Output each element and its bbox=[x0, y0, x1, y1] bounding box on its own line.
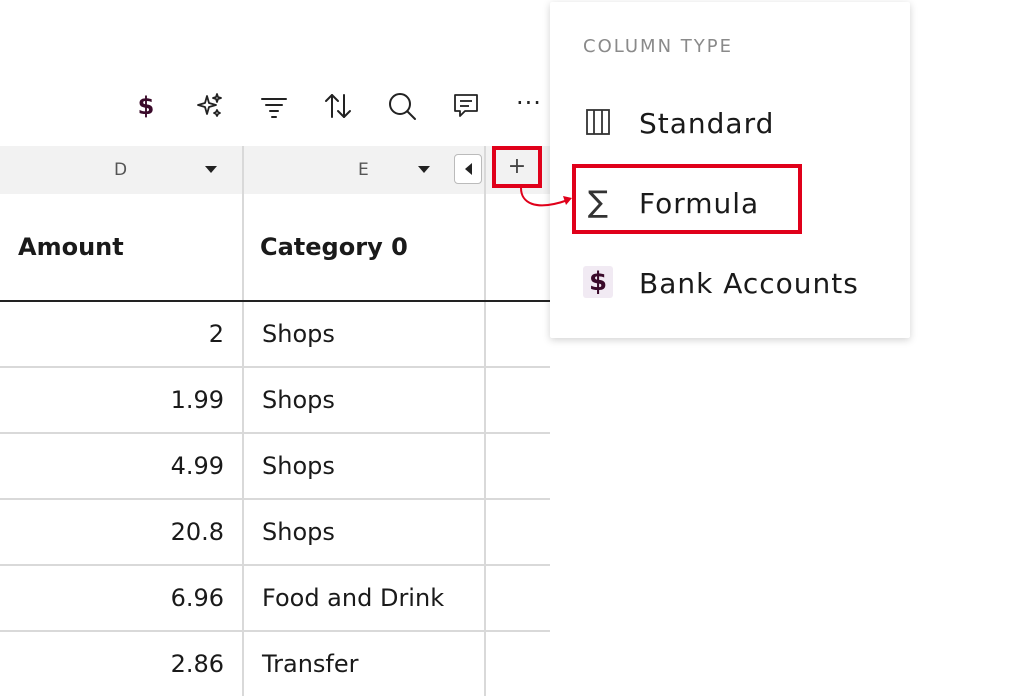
more-options-button[interactable]: ··· bbox=[512, 88, 546, 124]
menu-item-label: Bank Accounts bbox=[639, 267, 859, 300]
plus-icon: + bbox=[507, 154, 527, 179]
amount-cell[interactable]: 4.99 bbox=[0, 434, 244, 498]
column-menu-caret-icon[interactable] bbox=[418, 166, 430, 173]
menu-heading: COLUMN TYPE bbox=[583, 36, 733, 57]
menu-item-label: Formula bbox=[639, 187, 760, 220]
category-cell[interactable]: Shops bbox=[244, 368, 486, 432]
menu-item-formula[interactable]: ∑ Formula bbox=[550, 168, 910, 238]
category-cell[interactable]: Shops bbox=[244, 434, 486, 498]
amount-cell[interactable]: 6.96 bbox=[0, 566, 244, 630]
table-row[interactable]: 4.99 Shops bbox=[0, 434, 550, 500]
category-cell[interactable]: Food and Drink bbox=[244, 566, 486, 630]
app-window: $ ··· D E Amount Category 0 2 Shops 1.99… bbox=[0, 0, 1028, 696]
amount-cell[interactable]: 1.99 bbox=[0, 368, 244, 432]
sort-icon bbox=[325, 94, 351, 118]
add-column-button[interactable]: + bbox=[492, 146, 542, 188]
column-letter: E bbox=[358, 160, 369, 180]
amount-cell[interactable]: 2.86 bbox=[0, 632, 244, 696]
table-row[interactable]: 20.8 Shops bbox=[0, 500, 550, 566]
column-header-e[interactable]: E bbox=[244, 146, 486, 194]
menu-item-bank-accounts[interactable]: $ Bank Accounts bbox=[550, 248, 910, 318]
dollar-icon: $ bbox=[137, 92, 155, 120]
bank-accounts-toolbar-button[interactable]: $ bbox=[128, 88, 164, 124]
column-letter: D bbox=[114, 160, 128, 180]
menu-item-label: Standard bbox=[639, 107, 775, 140]
comment-icon bbox=[454, 94, 478, 117]
more-icon: ··· bbox=[516, 89, 542, 117]
amount-cell[interactable]: 2 bbox=[0, 302, 244, 366]
scroll-left-button[interactable] bbox=[454, 154, 482, 184]
spreadsheet-grid: D E Amount Category 0 2 Shops 1.99 Shops… bbox=[0, 146, 550, 696]
ai-assistant-button[interactable] bbox=[192, 88, 228, 124]
sort-button[interactable] bbox=[320, 88, 356, 124]
filter-button[interactable] bbox=[256, 88, 292, 124]
table-row[interactable]: 1.99 Shops bbox=[0, 368, 550, 434]
search-button[interactable] bbox=[384, 88, 420, 124]
table-row[interactable]: 6.96 Food and Drink bbox=[0, 566, 550, 632]
column-name-amount[interactable]: Amount bbox=[0, 194, 244, 300]
sparkle-icon bbox=[197, 93, 222, 117]
column-name-row: Amount Category 0 bbox=[0, 194, 550, 302]
filter-icon bbox=[261, 98, 287, 118]
category-cell[interactable]: Shops bbox=[244, 500, 486, 564]
dollar-icon: $ bbox=[582, 266, 614, 298]
standard-column-icon bbox=[582, 106, 614, 138]
column-header-d[interactable]: D bbox=[0, 146, 244, 194]
table-row[interactable]: 2 Shops bbox=[0, 302, 550, 368]
column-type-menu: COLUMN TYPE Standard ∑ Formula $ Bank Ac… bbox=[550, 2, 910, 338]
search-icon bbox=[389, 93, 416, 120]
menu-item-standard[interactable]: Standard bbox=[550, 88, 910, 158]
category-cell[interactable]: Transfer bbox=[244, 632, 486, 696]
sigma-icon: ∑ bbox=[587, 184, 609, 220]
category-cell[interactable]: Shops bbox=[244, 302, 486, 366]
comments-button[interactable] bbox=[448, 88, 484, 124]
column-name-category[interactable]: Category 0 bbox=[244, 194, 486, 300]
caret-left-icon bbox=[464, 163, 472, 175]
column-menu-caret-icon[interactable] bbox=[205, 166, 217, 173]
amount-cell[interactable]: 20.8 bbox=[0, 500, 244, 564]
table-row[interactable]: 2.86 Transfer bbox=[0, 632, 550, 696]
